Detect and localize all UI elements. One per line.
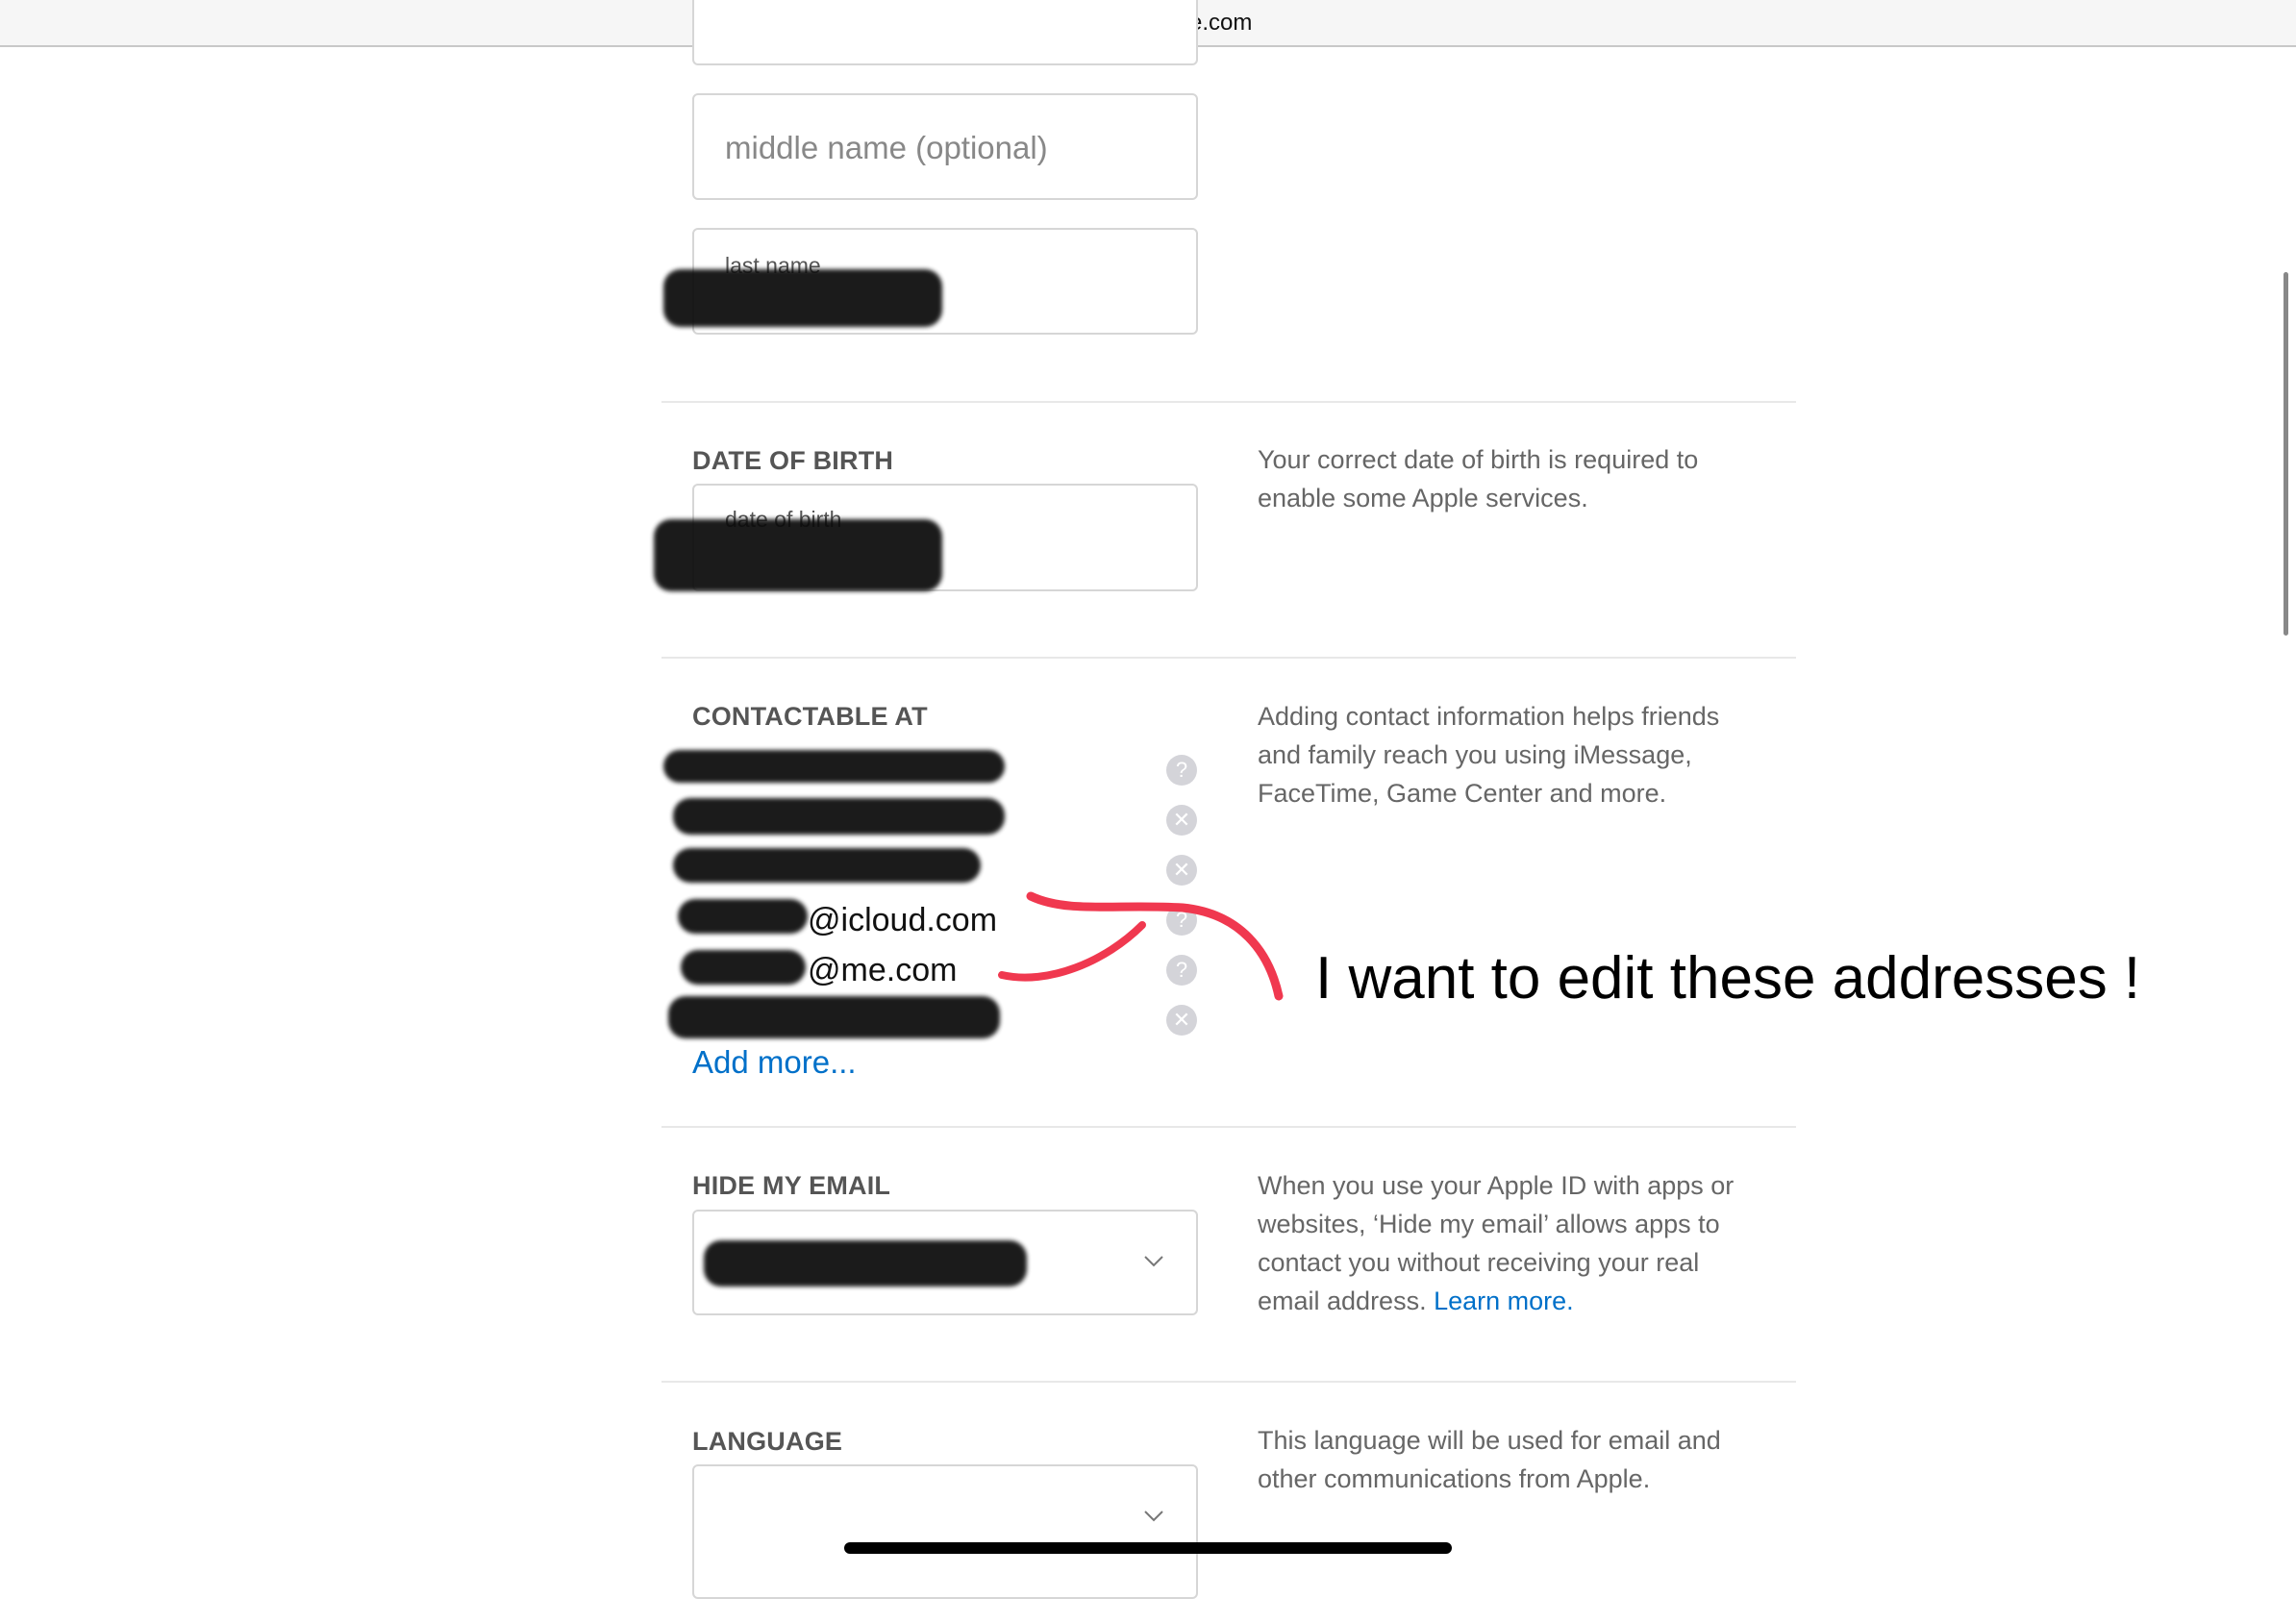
redaction-mark (673, 848, 981, 883)
first-name-field[interactable] (692, 0, 1198, 65)
hide-my-email-title: HIDE MY EMAIL (692, 1171, 891, 1200)
redaction-mark (678, 899, 808, 934)
chevron-down-icon (1144, 1256, 1163, 1267)
chevron-down-icon (1144, 1511, 1163, 1522)
home-indicator[interactable] (844, 1542, 1452, 1554)
redaction-mark (673, 798, 1005, 835)
redaction-mark (663, 269, 942, 327)
language-select[interactable] (692, 1464, 1198, 1599)
redaction-mark (654, 519, 942, 591)
hide-my-email-description: When you use your Apple ID with apps or … (1258, 1166, 1758, 1320)
section-divider (661, 1126, 1796, 1128)
redaction-mark (681, 950, 806, 985)
section-divider (661, 401, 1796, 403)
contact-text: @icloud.com (808, 901, 998, 938)
contact-text: @me.com (808, 951, 958, 988)
section-divider (661, 657, 1796, 659)
redaction-mark (668, 996, 1000, 1038)
middle-name-field[interactable]: middle name (optional) (692, 93, 1198, 200)
remove-icon[interactable]: ✕ (1166, 805, 1197, 836)
remove-icon[interactable]: ✕ (1166, 1005, 1197, 1036)
question-icon[interactable]: ? (1166, 755, 1197, 786)
date-of-birth-title: DATE OF BIRTH (692, 446, 894, 475)
redaction-mark (663, 750, 1005, 783)
redaction-mark (704, 1240, 1027, 1287)
question-icon[interactable]: ? (1166, 905, 1197, 936)
date-of-birth-description: Your correct date of birth is required t… (1258, 445, 1699, 512)
question-icon[interactable]: ? (1166, 955, 1197, 986)
learn-more-link[interactable]: Learn more. (1434, 1287, 1574, 1315)
contactable-at-title: CONTACTABLE AT (692, 702, 928, 731)
section-divider (661, 1381, 1796, 1383)
contactable-at-description: Adding contact information helps friends… (1258, 702, 1720, 808)
remove-icon[interactable]: ✕ (1166, 855, 1197, 886)
annotation-text: I want to edit these addresses ! (1315, 945, 2141, 1012)
language-description: This language will be used for email and… (1258, 1426, 1721, 1493)
add-more-link[interactable]: Add more... (692, 1044, 857, 1081)
language-title: LANGUAGE (692, 1427, 843, 1456)
scrollbar-thumb[interactable] (2284, 272, 2288, 636)
middle-name-placeholder: middle name (optional) (725, 130, 1048, 165)
